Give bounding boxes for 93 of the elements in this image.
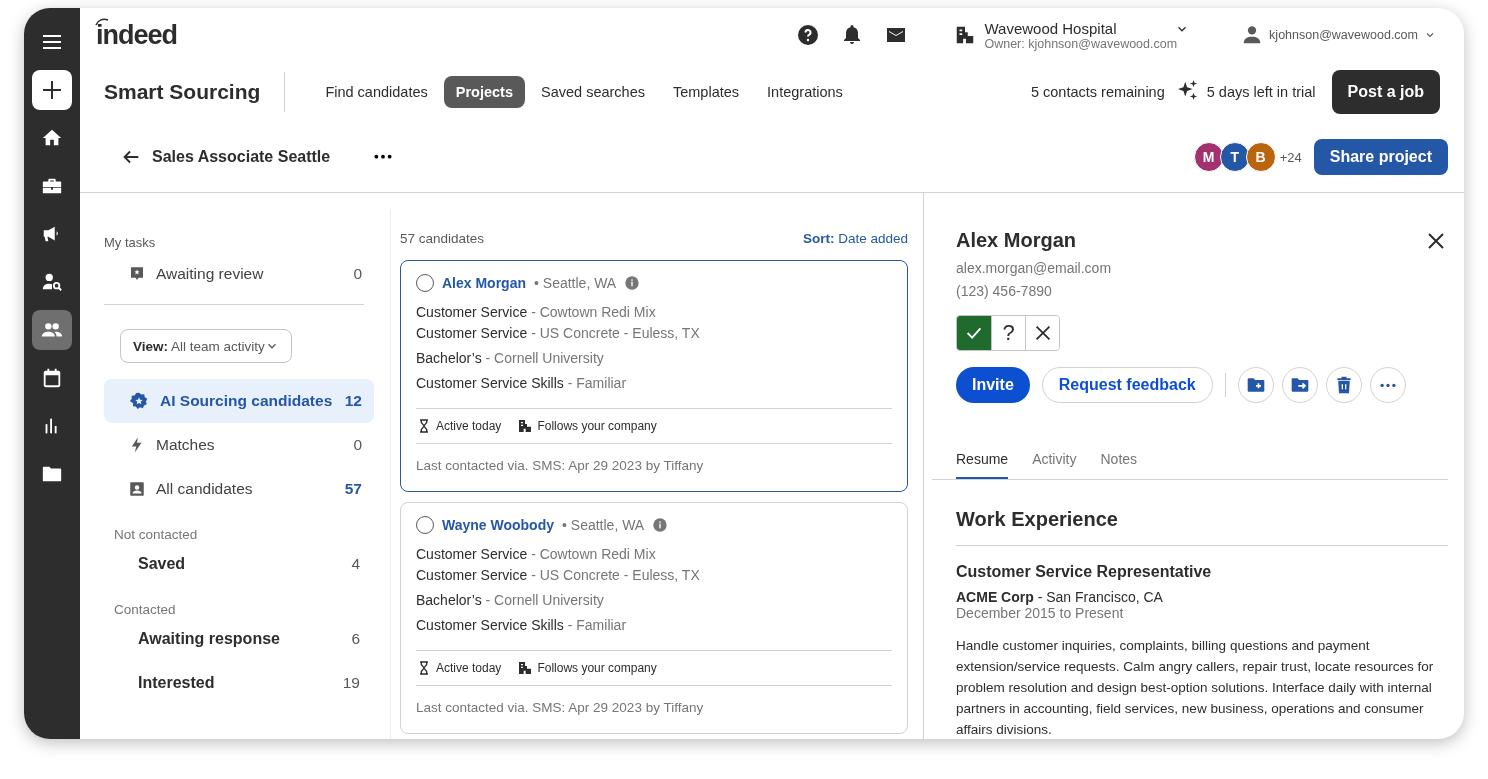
- sort-link[interactable]: Sort: Date added: [802, 231, 908, 246]
- contact-card-icon: [128, 480, 146, 498]
- candidate-detail: Bachelor’s - Cornell University: [416, 349, 605, 368]
- more-button[interactable]: [374, 154, 393, 160]
- profile-tab[interactable]: Activity: [1032, 451, 1077, 479]
- candidate-count: 57 candidates: [400, 231, 485, 246]
- organization-owner: Owner: kjohnson@wavewood.com: [984, 36, 1178, 51]
- back-button[interactable]: Sales Associate Seattle: [120, 146, 331, 168]
- person-search-icon: [41, 271, 63, 293]
- candidate-detail: Customer Service - Cowtown Redi Mix: [416, 545, 657, 564]
- logo-arc-icon: [95, 17, 109, 26]
- candidate-tag: Active today: [436, 661, 502, 675]
- job-dates: December 2015 to Present: [956, 605, 1125, 621]
- job-description: Handle customer inquiries, complaints, billing questions and payment extension/service requests. Calm angry callers, repair trust, locate resources for problem resolution and design best-option solutions. Interface daily with internal partners in accounting, field services, new business, operations and consumer affairs divisions.: [956, 637, 1435, 739]
- task-item[interactable]: AI Sourcing candidates 12: [104, 379, 374, 423]
- candidate-detail: Bachelor’s - Cornell University: [416, 591, 605, 610]
- nav-tab[interactable]: Find candidates: [313, 76, 440, 108]
- task-count: 57: [344, 480, 362, 498]
- more-members-count[interactable]: +24: [1279, 149, 1302, 165]
- logo[interactable]: indeed: [96, 19, 177, 51]
- move-to-folder-button[interactable]: [1281, 367, 1318, 403]
- candidate-name[interactable]: Alex Morgan: [442, 275, 526, 291]
- task-item[interactable]: Interested 19: [104, 661, 374, 705]
- task-item[interactable]: Awaiting review 0: [104, 252, 374, 296]
- candidate-tag: Follows your company: [537, 419, 657, 433]
- task-item[interactable]: Awaiting response 6: [104, 617, 374, 661]
- building-icon: [517, 660, 534, 676]
- organization-name[interactable]: Wavewood Hospital: [984, 19, 1178, 37]
- rating-no-button[interactable]: [1025, 316, 1059, 350]
- member-avatar[interactable]: M: [1193, 142, 1224, 172]
- folder-plus-icon: [1245, 375, 1266, 395]
- task-count: 0: [353, 436, 362, 454]
- select-checkbox[interactable]: [416, 516, 434, 534]
- info-icon: [652, 517, 669, 533]
- post-job-button[interactable]: Post a job: [1331, 70, 1440, 114]
- candidate-tag: Active today: [436, 419, 502, 433]
- rating-yes-button[interactable]: [957, 316, 991, 350]
- view-dropdown[interactable]: View: All team activity: [120, 329, 292, 363]
- job-title: Customer Service Representative: [956, 563, 1213, 581]
- candidate-location: • Seattle, WA: [562, 517, 645, 533]
- request-feedback-button[interactable]: Request feedback: [1041, 367, 1213, 403]
- more-icon: [374, 154, 393, 160]
- sparkle-icon: [1176, 79, 1199, 101]
- candidate-detail: Customer Service Skills - Familiar: [416, 616, 628, 635]
- candidate-location: • Seattle, WA: [534, 275, 617, 291]
- nav-tab[interactable]: Templates: [660, 76, 752, 108]
- task-item[interactable]: Matches 0: [104, 423, 374, 467]
- share-project-button[interactable]: Share project: [1313, 139, 1448, 175]
- candidate-detail: Customer Service - US Concrete - Euless, TX: [416, 324, 701, 343]
- add-to-folder-button[interactable]: [1237, 367, 1274, 403]
- last-contacted: Last contacted via. SMS: Apr 29 2023 by Tiffany: [416, 700, 705, 715]
- candidate-detail: Customer Service - Cowtown Redi Mix: [416, 303, 657, 322]
- candidate-detail: Customer Service - US Concrete - Euless, TX: [416, 566, 701, 585]
- candidate-email[interactable]: alex.morgan@email.com: [956, 260, 1448, 276]
- info-icon: [624, 275, 641, 291]
- people-nav-button[interactable]: [32, 310, 72, 350]
- nav-tab[interactable]: Integrations: [755, 76, 855, 108]
- task-item[interactable]: All candidates 57: [104, 467, 374, 511]
- group-heading: Not contacted: [114, 527, 199, 542]
- section-title: Work Experience: [956, 508, 1448, 546]
- task-item[interactable]: Saved 4: [104, 542, 374, 586]
- account-email[interactable]: kjohnson@wavewood.com: [1269, 28, 1418, 42]
- section-heading: My tasks: [104, 235, 157, 250]
- candidate-detail: Customer Service Skills - Familiar: [416, 374, 628, 393]
- nav-tab[interactable]: Projects: [443, 76, 525, 108]
- help-icon: [796, 23, 821, 47]
- folder-arrow-icon: [1289, 375, 1310, 395]
- calendar-icon: [41, 367, 63, 389]
- candidate-tag: Follows your company: [537, 661, 657, 675]
- group-heading: Contacted: [114, 602, 177, 617]
- contacts-remaining: 5 contacts remaining: [1030, 84, 1165, 100]
- member-avatar[interactable]: B: [1245, 142, 1276, 172]
- delete-button[interactable]: [1325, 367, 1362, 403]
- profile-tab[interactable]: Notes: [1100, 451, 1138, 479]
- job-company: ACME Corp - San Francisco, CA: [956, 589, 1164, 605]
- candidate-card[interactable]: [400, 260, 908, 492]
- candidate-name: Alex Morgan: [956, 229, 1077, 252]
- candidate-phone: (123) 456-7890: [956, 283, 1053, 299]
- ai-badge-icon: [128, 390, 150, 412]
- create-button[interactable]: [32, 70, 72, 110]
- select-checkbox[interactable]: [416, 274, 434, 292]
- trial-status: 5 days left in trial: [1206, 84, 1316, 100]
- building-icon: [517, 418, 534, 434]
- more-icon: [1379, 382, 1396, 388]
- profile-tab[interactable]: Resume: [956, 451, 1009, 479]
- candidate-name[interactable]: Wayne Woobody: [442, 517, 554, 533]
- last-contacted: Last contacted via. SMS: Apr 29 2023 by Tiffany: [416, 458, 705, 473]
- product-title: Smart Sourcing: [104, 72, 286, 112]
- invite-button[interactable]: Invite: [956, 367, 1030, 403]
- task-count: 12: [344, 392, 362, 410]
- nav-tab[interactable]: Saved searches: [529, 76, 657, 108]
- plus-icon: [40, 78, 64, 102]
- member-avatar[interactable]: T: [1219, 142, 1250, 172]
